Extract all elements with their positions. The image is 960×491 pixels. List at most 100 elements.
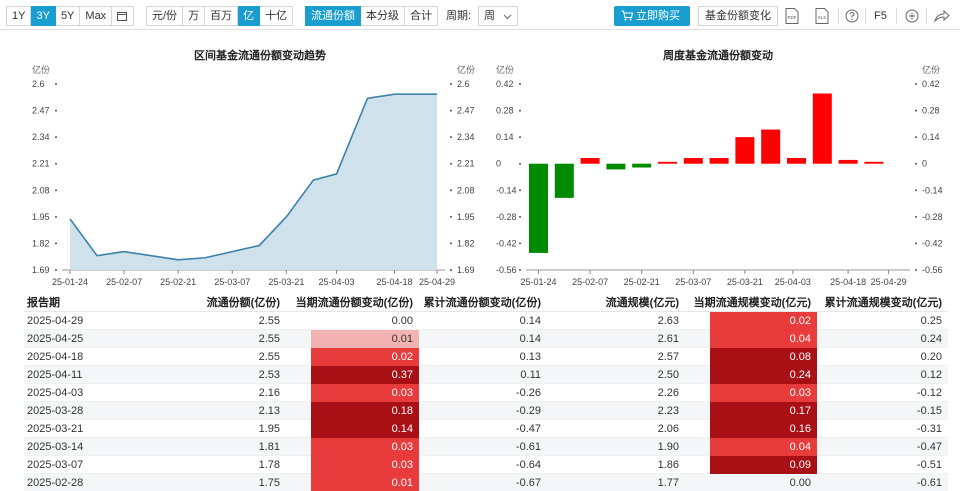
weekly-x-tick-label: 25-04-18	[830, 277, 866, 287]
trend-y-tick-left: 1.95	[32, 212, 50, 222]
col-header-period: 报告期	[27, 297, 60, 309]
weekly-y-unit-right: 亿份	[922, 64, 940, 75]
weekly-x-tick-label: 25-02-07	[572, 277, 608, 287]
trend-y-tick-left: 2.08	[32, 185, 50, 195]
weekly-y-tick-left: 0.42	[496, 79, 514, 89]
table-row[interactable]: 2025-04-18 2.55 0.02 0.13 2.57 0.08 0.20	[24, 348, 948, 366]
table-row[interactable]: 2025-03-14 1.81 0.03 -0.61 1.90 0.04 -0.47	[24, 438, 948, 456]
trend-x-tick-label: 25-02-21	[160, 277, 196, 287]
unit-yuan-button[interactable]: 元/份	[146, 6, 184, 26]
cell-scale-cum: 0.24	[920, 333, 942, 345]
cycle-select-value: 周	[484, 10, 495, 22]
cell-period: 2025-02-28	[27, 477, 84, 489]
weekly-y-tick-mark	[915, 242, 917, 245]
cell-scale: 2.50	[657, 369, 679, 381]
weekly-x-tick-label: 25-04-29	[871, 277, 907, 287]
weekly-bar[interactable]	[709, 158, 729, 164]
period-5y-button[interactable]: 5Y	[55, 6, 81, 26]
trend-y-tick-mark	[450, 109, 452, 112]
period-3y-button[interactable]: 3Y	[31, 6, 56, 26]
cell-share: 1.95	[258, 423, 280, 435]
weekly-y-tick-left: -0.56	[496, 265, 517, 275]
cell-share-cum: -0.61	[515, 441, 541, 453]
weekly-y-tick-mark	[915, 109, 917, 112]
weekly-bar[interactable]	[838, 159, 858, 164]
weekly-y-tick-right: 0.42	[922, 79, 940, 89]
period-max-button[interactable]: Max	[80, 6, 113, 26]
trend-y-tick-right: 2.47	[457, 106, 475, 116]
cell-scale: 1.86	[657, 459, 679, 471]
weekly-bar[interactable]	[735, 137, 755, 164]
cycle-select[interactable]: 周	[478, 6, 518, 26]
cell-scale: 2.57	[657, 351, 679, 363]
table-row[interactable]: 2025-03-28 2.13 0.18 -0.29 2.23 0.17 -0.15	[24, 402, 948, 420]
cell-share: 1.75	[258, 477, 280, 489]
cell-scale-cum: 0.20	[920, 351, 942, 363]
trend-y-tick-mark	[450, 242, 452, 245]
weekly-bar[interactable]	[632, 163, 652, 168]
cell-scale: 2.61	[657, 333, 679, 345]
trend-y-tick-mark	[55, 109, 57, 112]
share-button[interactable]	[930, 6, 954, 26]
trend-y-tick-mark	[450, 269, 452, 271]
cell-share-cum: -0.47	[515, 423, 541, 435]
share-circulating-button[interactable]: 流通份额	[305, 6, 361, 26]
weekly-bar[interactable]	[580, 158, 600, 164]
trend-y-tick-mark	[55, 269, 57, 271]
table-row[interactable]: 2025-04-25 2.55 0.01 0.14 2.61 0.04 0.24	[24, 330, 948, 348]
weekly-bar[interactable]	[761, 129, 781, 164]
cell-scale-cum: 0.25	[920, 315, 942, 327]
table-row[interactable]: 2025-04-03 2.16 0.03 -0.26 2.26 0.03 -0.12	[24, 384, 948, 402]
add-button[interactable]	[900, 6, 924, 26]
unit-wan-button[interactable]: 万	[183, 6, 206, 26]
cell-share-change: 0.14	[391, 423, 413, 435]
weekly-bar[interactable]	[864, 161, 884, 164]
unit-shiyi-button[interactable]: 十亿	[260, 6, 294, 26]
trend-y-tick-mark	[55, 242, 57, 245]
share-class-button[interactable]: 本分级	[361, 6, 405, 26]
weekly-y-tick-right: -0.28	[922, 212, 943, 222]
weekly-y-tick-mark	[915, 189, 917, 192]
trend-y-tick-right: 1.69	[457, 265, 475, 275]
f5-refresh-button[interactable]: F5	[874, 6, 887, 26]
table-row[interactable]: 2025-04-11 2.53 0.37 0.11 2.50 0.24 0.12	[24, 366, 948, 384]
cell-share-cum: -0.29	[515, 405, 541, 417]
fund-share-change-button[interactable]: 基金份额变化	[698, 6, 778, 26]
trend-x-tick-label: 25-04-29	[419, 277, 455, 287]
unit-baiwan-button[interactable]: 百万	[205, 6, 239, 26]
export-xls-button[interactable]: XLS	[810, 6, 834, 26]
weekly-bar[interactable]	[658, 161, 677, 164]
share-total-button[interactable]: 合计	[405, 6, 438, 26]
weekly-x-tick-label: 25-03-21	[727, 277, 763, 287]
table-row[interactable]: 2025-03-21 1.95 0.14 -0.47 2.06 0.16 -0.31	[24, 420, 948, 438]
cell-share-cum: 0.14	[519, 333, 541, 345]
period-1y-button[interactable]: 1Y	[6, 6, 32, 26]
trend-y-tick-right: 1.95	[457, 212, 475, 222]
cell-share-change: 0.03	[391, 441, 413, 453]
table-row[interactable]: 2025-02-28 1.75 0.01 -0.67 1.77 0.00 -0.61	[24, 474, 948, 491]
weekly-bar[interactable]	[554, 163, 574, 198]
unit-yi-button[interactable]: 亿	[238, 6, 261, 26]
buy-now-button[interactable]: 立即购买	[614, 6, 690, 26]
unit-selector: 元/份 万 百万 亿 十亿	[146, 6, 294, 26]
weekly-y-tick-right: 0.14	[922, 132, 940, 142]
trend-y-unit-left: 亿份	[32, 64, 50, 75]
calendar-button[interactable]	[112, 6, 135, 26]
table-row[interactable]: 2025-04-29 2.55 0.00 0.14 2.63 0.02 0.25	[24, 312, 948, 330]
cell-share: 2.13	[258, 405, 280, 417]
cell-scale-change: 0.04	[789, 441, 811, 453]
weekly-y-tick-mark	[519, 83, 521, 85]
weekly-bar[interactable]	[812, 93, 832, 164]
cell-scale-cum: 0.12	[920, 369, 942, 381]
help-button[interactable]	[840, 6, 864, 26]
cell-scale: 2.63	[657, 315, 679, 327]
weekly-bar[interactable]	[787, 158, 806, 164]
weekly-bar[interactable]	[606, 163, 626, 170]
cell-share-cum: 0.11	[520, 369, 541, 381]
weekly-bar[interactable]	[529, 163, 548, 253]
weekly-bar[interactable]	[683, 158, 703, 164]
cell-scale-change: 0.24	[789, 369, 811, 381]
export-pdf-button[interactable]: PDF	[780, 6, 804, 26]
cell-scale-cum: -0.12	[916, 387, 942, 399]
table-row[interactable]: 2025-03-07 1.78 0.03 -0.64 1.86 0.09 -0.51	[24, 456, 948, 474]
